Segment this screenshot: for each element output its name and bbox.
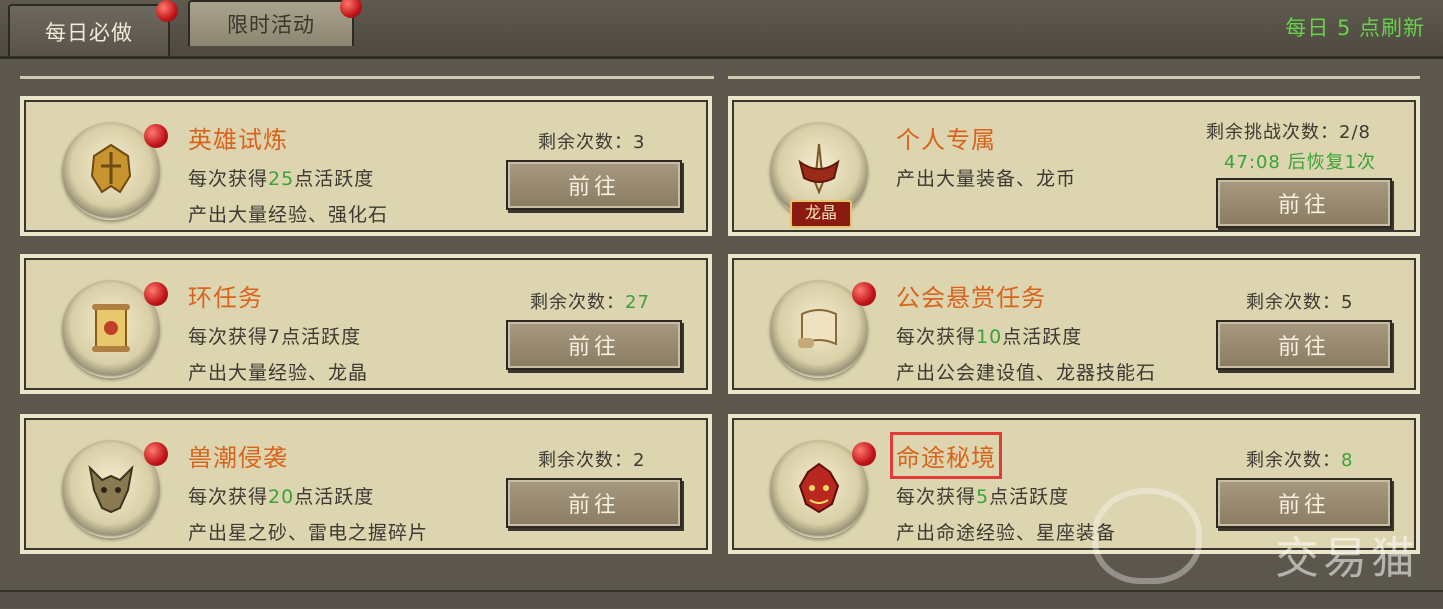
demon-head-icon <box>798 462 840 514</box>
notification-dot <box>852 282 876 306</box>
notification-dot <box>852 442 876 466</box>
parchment-icon <box>798 309 837 348</box>
refresh-notice: 每日 5 点刷新 <box>1285 16 1425 40</box>
activity-title: 环任务 <box>188 284 263 312</box>
notification-dot <box>144 124 168 148</box>
notification-dot <box>144 282 168 306</box>
notification-dot <box>144 442 168 466</box>
activity-card-hero-trial: 英雄试炼 每次获得25点活跃度 产出大量经验、强化石 剩余次数：3 前往 <box>20 96 712 236</box>
activity-output-line: 产出大量经验、龙晶 <box>188 362 369 384</box>
remaining-challenge-count: 剩余挑战次数：2/8 <box>1206 122 1371 143</box>
activity-card-beast-tide: 兽潮侵袭 每次获得20点活跃度 产出星之砂、雷电之握碎片 剩余次数：2 前往 <box>20 414 712 554</box>
go-button[interactable]: 前往 <box>506 478 682 528</box>
scroll-icon <box>92 304 130 352</box>
activity-title: 个人专属 <box>896 126 996 154</box>
activity-title: 英雄试炼 <box>188 126 288 154</box>
helmet-icon <box>90 143 132 194</box>
activity-card-guild-bounty: 公会悬赏任务 每次获得10点活跃度 产出公会建设值、龙器技能石 剩余次数：5 前… <box>728 254 1420 394</box>
notification-dot <box>156 0 178 22</box>
divider-left <box>20 76 714 79</box>
remaining-count: 剩余次数：5 <box>1246 292 1354 313</box>
activity-reward-line: 每次获得7点活跃度 <box>188 326 362 348</box>
watermark-logo <box>1092 488 1202 584</box>
sword-crest-icon <box>798 143 840 195</box>
go-button[interactable]: 前往 <box>1216 478 1392 528</box>
tab-daily-label: 每日必做 <box>45 21 133 45</box>
activity-output-line: 产出命途经验、星座装备 <box>896 522 1117 544</box>
tab-limited-event[interactable]: 限时活动 <box>188 0 362 46</box>
remaining-count: 剩余次数：2 <box>538 450 646 471</box>
remaining-count: 剩余次数：8 <box>1246 450 1354 471</box>
activity-card-ring-quest: 环任务 每次获得7点活跃度 产出大量经验、龙晶 剩余次数：27 前往 <box>20 254 712 394</box>
dragon-crystal-badge: 龙晶 <box>790 200 852 228</box>
activity-reward-line: 每次获得20点活跃度 <box>188 486 375 508</box>
tab-limited-label: 限时活动 <box>227 13 315 37</box>
watermark-text: 交易猫 <box>1275 533 1419 584</box>
activity-output-line: 产出公会建设值、龙器技能石 <box>896 362 1157 384</box>
activity-reward-line: 每次获得10点活跃度 <box>896 326 1083 348</box>
go-button[interactable]: 前往 <box>1216 178 1392 228</box>
activity-output-line: 产出大量装备、龙币 <box>896 168 1077 190</box>
activity-icon-frame: 龙晶 <box>770 122 868 228</box>
go-button[interactable]: 前往 <box>506 160 682 210</box>
remaining-count: 剩余次数：27 <box>530 292 650 313</box>
activity-title: 公会悬赏任务 <box>896 284 1046 312</box>
tab-daily[interactable]: 每日必做 <box>8 0 178 58</box>
activity-card-personal: 龙晶 个人专属 产出大量装备、龙币 剩余挑战次数：2/8 47:08 后恢复1次… <box>728 96 1420 236</box>
beast-mask-icon <box>88 465 134 514</box>
activity-reward-line: 每次获得5点活跃度 <box>896 486 1070 508</box>
go-button[interactable]: 前往 <box>506 320 682 370</box>
activity-output-line: 产出大量经验、强化石 <box>188 204 389 226</box>
go-button[interactable]: 前往 <box>1216 320 1392 370</box>
activity-output-line: 产出星之砂、雷电之握碎片 <box>188 522 429 544</box>
activity-title: 兽潮侵袭 <box>188 444 288 472</box>
recovery-timer: 47:08 后恢复1次 <box>1224 152 1377 173</box>
bottom-strip <box>0 590 1443 608</box>
activity-title: 命途秘境 <box>890 432 1002 479</box>
remaining-count: 剩余次数：3 <box>538 132 646 153</box>
activity-reward-line: 每次获得25点活跃度 <box>188 168 375 190</box>
divider-right <box>728 76 1420 79</box>
